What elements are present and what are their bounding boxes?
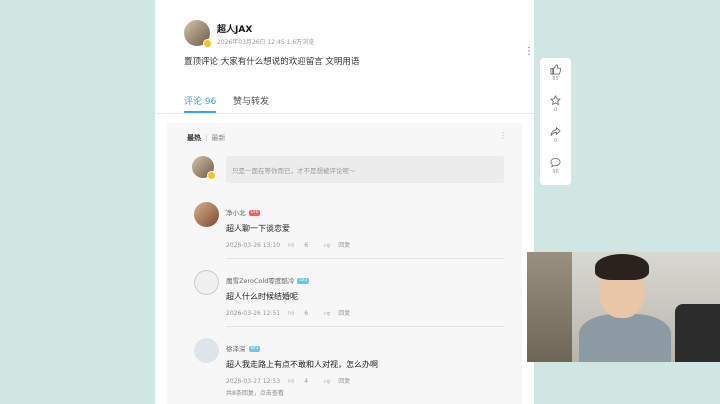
post-card: 超人JAX 2026年03月26日 12:45 1.6万浏览 ⋮ 置顶评论 大家… [155, 0, 534, 404]
author-name[interactable]: 超人JAX [217, 22, 252, 35]
verified-badge-icon [207, 171, 216, 180]
level-badge: LV3 [248, 346, 261, 352]
favorite-count: 0 [553, 107, 558, 113]
dislike-icon[interactable]: 👎︎ [324, 378, 330, 385]
my-avatar [192, 156, 216, 180]
post-meta: 2026年03月26日 12:45 1.6万浏览 [217, 39, 315, 46]
webcam-background [527, 252, 572, 362]
star-icon [550, 95, 561, 106]
share-icon [550, 126, 561, 136]
reply-button[interactable]: 回复 [338, 378, 350, 385]
like-count: 85 [552, 76, 559, 82]
tab-likes-reposts[interactable]: 赞与转发 [233, 94, 269, 107]
like-action[interactable]: 85 [540, 64, 571, 82]
like-button[interactable]: 👍︎ 6 [288, 310, 316, 317]
action-sidebar: 85 0 0 96 [540, 58, 571, 185]
comment-time: 2026-03-27 12:53 [226, 378, 281, 385]
favorite-action[interactable]: 0 [540, 95, 571, 113]
reply-button[interactable]: 回复 [338, 310, 350, 317]
commenter-name[interactable]: 净小北 LV6 [226, 207, 261, 217]
dislike-icon[interactable]: 👎︎ [324, 310, 330, 317]
post-text: 置顶评论 大家有什么想说的欢迎留言 文明用语 [184, 57, 360, 67]
comment-text: 超人我走路上有点不敢和人对视，怎么办啊 [226, 360, 378, 369]
level-badge: LV6 [248, 210, 261, 216]
thumb-up-icon [550, 64, 561, 75]
share-count: 0 [553, 138, 558, 144]
comment-meta: 2026-03-26 13:10 👍︎ 6 👎︎ 回复 [226, 240, 358, 249]
like-button[interactable]: 👍︎ 4 [288, 378, 316, 385]
comment-text: 超人聊一下谈恋爱 [226, 224, 290, 233]
sort-more-icon[interactable]: ⋮ [499, 131, 507, 140]
sort-separator: | [205, 134, 208, 142]
comments-area: 最热 | 最新 ⋮ 只是一面在等你而已，才不是想被评论呢～ 净小北 LV6 超人聊一下… [167, 123, 522, 404]
sort-new[interactable]: 最新 [211, 134, 225, 142]
comment-meta: 2026-03-27 12:53 👍︎ 4 👎︎ 回复 [226, 376, 358, 385]
thumb-up-icon: 👍︎ [288, 310, 295, 317]
share-action[interactable]: 0 [540, 126, 571, 144]
comment-text: 超人什么时候结婚呢 [226, 292, 298, 301]
comment-count: 96 [552, 169, 559, 175]
comment-meta: 2026-03-26 12:51 👍︎ 6 👎︎ 回复 [226, 308, 358, 317]
comment-divider [226, 326, 504, 327]
comment-time: 2026-03-26 13:10 [226, 242, 281, 249]
comment-input[interactable]: 只是一面在等你而已，才不是想被评论呢～ [226, 156, 504, 183]
level-badge: LV3 [297, 278, 310, 284]
sort-options: 最热 | 最新 [187, 133, 225, 143]
commenter-name[interactable]: 魔雪ZeroCold零度酷冷 LV3 [226, 275, 310, 285]
tabs-divider [155, 113, 534, 114]
like-button[interactable]: 👍︎ 6 [288, 242, 316, 249]
dislike-icon[interactable]: 👎︎ [324, 242, 330, 249]
webcam-chair [675, 304, 720, 362]
comment-divider [226, 258, 504, 259]
comment-action[interactable]: 96 [540, 157, 571, 175]
commenter-avatar[interactable] [194, 202, 219, 227]
verified-badge-icon [203, 39, 212, 48]
comment-bubble-icon [550, 157, 561, 168]
webcam-overlay [527, 252, 720, 362]
commenter-avatar[interactable] [194, 270, 219, 295]
thumb-up-icon: 👍︎ [288, 378, 295, 385]
sort-hot[interactable]: 最热 [187, 134, 201, 142]
author-avatar[interactable] [184, 20, 212, 48]
commenter-name[interactable]: 徐泽深 LV3 [226, 343, 261, 353]
webcam-person-body [579, 314, 671, 362]
thumb-up-icon: 👍︎ [288, 242, 295, 249]
view-replies-link[interactable]: 共8条回复，点击查看 [226, 388, 284, 397]
more-vertical-icon[interactable]: ⋮ [524, 47, 534, 57]
webcam-person-hair [595, 254, 649, 280]
reply-button[interactable]: 回复 [338, 242, 350, 249]
comment-time: 2026-03-26 12:51 [226, 310, 281, 317]
tab-comments[interactable]: 评论 96 [184, 94, 216, 107]
commenter-avatar[interactable] [194, 338, 219, 363]
